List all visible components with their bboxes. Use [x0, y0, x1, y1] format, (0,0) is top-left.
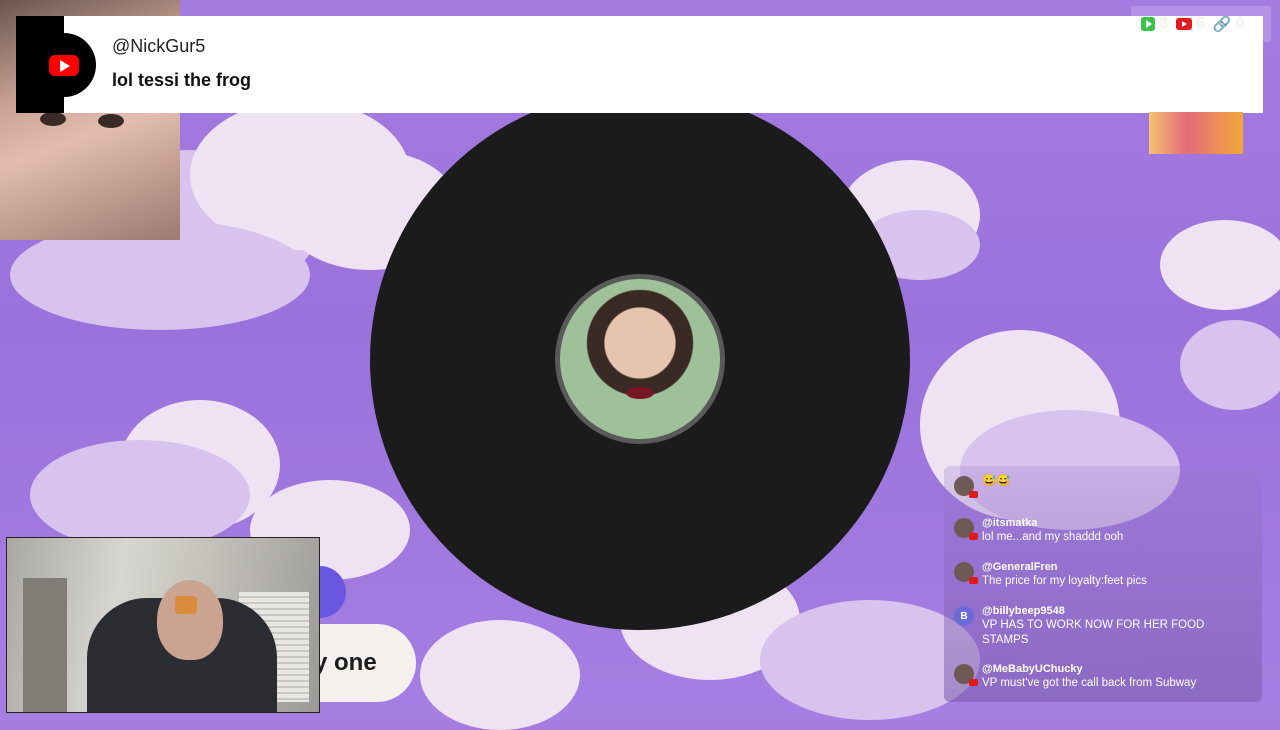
- avatar: B: [954, 606, 974, 626]
- streamer-avatar: [555, 274, 725, 444]
- chat-message: 😅😅: [954, 474, 1252, 498]
- chat-message: @GeneralFren The price for my loyalty:fe…: [954, 560, 1252, 589]
- stat-viewers: 3: [1141, 15, 1168, 33]
- play-icon: [1141, 17, 1155, 31]
- banner-username: @NickGur5: [112, 36, 206, 56]
- link-icon: 🔗: [1212, 16, 1232, 33]
- webcam-bottom: [6, 537, 320, 713]
- youtube-icon: [49, 54, 79, 76]
- chat-message: @itsmatka lol me...and my shaddd ooh: [954, 516, 1252, 545]
- stream-stats: 3 6 🔗 0: [1131, 6, 1271, 42]
- youtube-badge: [32, 33, 96, 97]
- avatar: [954, 664, 978, 686]
- banner-message: lol tessi the frog: [112, 70, 252, 90]
- chat-message: B @billybeep9548 VP HAS TO WORK NOW FOR …: [954, 604, 1252, 648]
- stat-youtube: 6: [1175, 15, 1205, 33]
- avatar: [954, 562, 978, 584]
- corner-sticker: [1149, 112, 1243, 154]
- comment-banner: [64, 16, 1263, 113]
- chat-overlay: 😅😅 @itsmatka lol me...and my shaddd ooh …: [944, 466, 1262, 702]
- avatar: [954, 476, 978, 498]
- avatar: [954, 518, 978, 540]
- youtube-icon: [1175, 18, 1192, 30]
- stat-links: 🔗 0: [1212, 15, 1245, 33]
- chat-message: @MeBabyUChucky VP must've got the call b…: [954, 662, 1252, 691]
